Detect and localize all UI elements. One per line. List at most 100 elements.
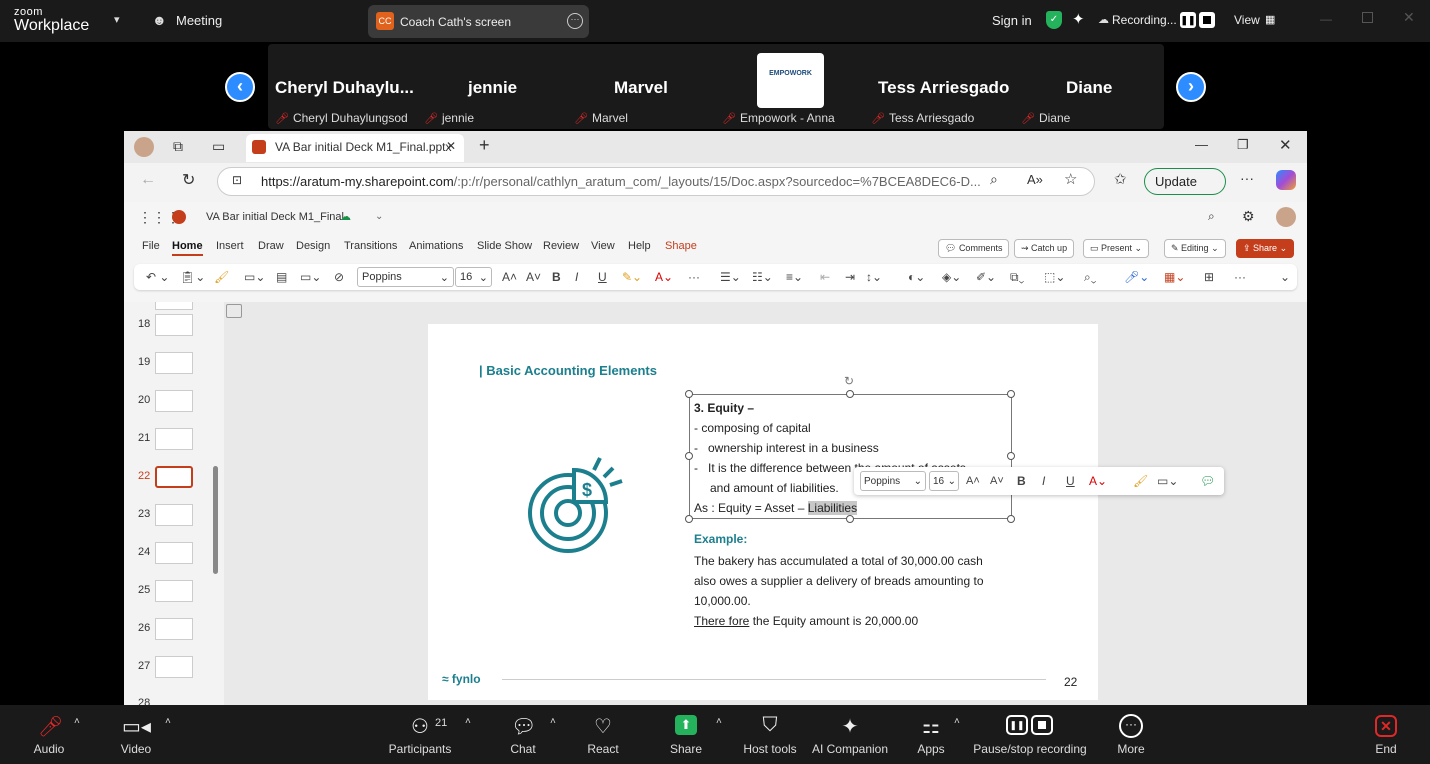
shape-style-icon[interactable]: ▭⌄ <box>1157 474 1178 488</box>
font-color-icon[interactable]: A⌄ <box>1089 474 1107 488</box>
slide-thumbnail[interactable] <box>155 618 193 640</box>
new-comment-icon[interactable]: 💬︎ <box>1200 474 1215 488</box>
resize-handle[interactable] <box>846 515 854 523</box>
chevron-up-icon[interactable]: ˄ <box>74 716 80 727</box>
menu-animations[interactable]: Animations <box>409 240 463 252</box>
panel-toggle-icon[interactable] <box>226 304 242 318</box>
dictate-icon[interactable]: 🎤︎⌄ <box>1124 270 1149 284</box>
decrease-indent-icon[interactable]: ⇤ <box>820 270 830 284</box>
chevron-down-icon[interactable]: ⌄ <box>375 211 383 222</box>
slide-thumbnail[interactable] <box>155 542 193 564</box>
example-line[interactable]: 10,000.00. <box>694 594 751 608</box>
menu-transitions[interactable]: Transitions <box>344 240 397 252</box>
hide-slide-icon[interactable]: ⊘ <box>334 270 344 284</box>
maximize-icon[interactable] <box>1362 12 1373 23</box>
font-color-icon[interactable]: A⌄ <box>655 270 673 284</box>
slide-thumbnail[interactable] <box>155 580 193 602</box>
slide-thumbnail[interactable] <box>155 314 193 336</box>
resize-handle[interactable] <box>1007 390 1015 398</box>
video-icon[interactable]: ▭◂ <box>122 714 151 739</box>
close-icon[interactable]: ✕ <box>1403 9 1415 26</box>
participant-label[interactable]: 🎤︎ Tess Arriesgado <box>871 111 974 125</box>
resize-handle[interactable] <box>685 390 693 398</box>
ai-companion-label[interactable]: AI Companion <box>810 742 890 756</box>
layout-icon[interactable]: ▭⌄ <box>300 270 321 284</box>
shape-fill-icon[interactable]: ◈⌄ <box>942 270 961 284</box>
slide-heading[interactable]: | Basic Accounting Elements <box>479 363 657 378</box>
participant-label[interactable]: 🎤︎ Diane <box>1021 111 1070 125</box>
selected-text[interactable]: Liabilities <box>807 501 858 515</box>
read-aloud-icon[interactable]: A» <box>1027 172 1043 187</box>
resize-handle[interactable] <box>1007 452 1015 460</box>
host-tools-label[interactable]: Host tools <box>738 742 802 756</box>
more-icon[interactable]: ··· <box>1119 714 1143 738</box>
chevron-down-icon[interactable]: ▾ <box>114 13 120 26</box>
search-icon[interactable]: ⌕ <box>990 171 998 188</box>
new-tab-icon[interactable]: + <box>479 135 490 156</box>
more-options-icon[interactable]: ··· <box>567 13 583 29</box>
chevron-up-icon[interactable]: ˄ <box>165 716 171 727</box>
end-label[interactable]: End <box>1366 742 1406 756</box>
shield-check-icon[interactable]: ✓ <box>1046 11 1062 29</box>
shape-outline-icon[interactable]: ✐⌄ <box>976 270 996 284</box>
apps-icon[interactable]: ⚏ <box>919 714 943 739</box>
close-window-icon[interactable]: ✕ <box>1279 136 1292 154</box>
workspaces-icon[interactable]: ⧉ <box>173 138 183 155</box>
favorite-star-icon[interactable]: ☆ <box>1064 170 1077 188</box>
shapes-icon[interactable]: ◐⌄ <box>908 270 925 284</box>
participant-label[interactable]: 🎤︎ jennie <box>424 111 474 125</box>
resize-handle[interactable] <box>1007 515 1015 523</box>
slide-thumbnail[interactable] <box>155 352 193 374</box>
view-menu[interactable]: View <box>1234 13 1260 27</box>
next-page-icon[interactable]: › <box>1176 72 1206 102</box>
grow-font-icon[interactable]: A˄ <box>502 270 517 284</box>
user-avatar[interactable] <box>1276 207 1296 227</box>
chevron-up-icon[interactable]: ˄ <box>716 716 722 727</box>
catchup-button[interactable]: ⇝ Catch up <box>1014 239 1075 258</box>
quick-styles-icon[interactable]: ⬚⌄ <box>1044 270 1065 284</box>
pause-stop-label[interactable]: Pause/stop recording <box>972 742 1088 756</box>
slide-thumbnail-selected[interactable] <box>155 466 193 488</box>
minimize-icon[interactable]: — <box>1195 137 1208 152</box>
example-line[interactable]: also owes a supplier a delivery of bread… <box>694 574 984 588</box>
editing-button[interactable]: ✎ Editing ⌄ <box>1164 239 1226 258</box>
designer-icon[interactable]: ▦⌄ <box>1164 270 1185 284</box>
thumbnail-scrollbar[interactable] <box>213 466 218 574</box>
menu-file[interactable]: File <box>142 240 160 252</box>
back-icon[interactable]: ← <box>140 171 156 189</box>
stop-recording-icon[interactable] <box>1199 12 1215 28</box>
bullets-icon[interactable]: ☰⌄ <box>720 270 741 284</box>
underline-icon[interactable]: U <box>598 270 607 284</box>
prev-page-icon[interactable]: ‹ <box>225 72 255 102</box>
underline-icon[interactable]: U <box>1066 474 1075 488</box>
site-info-icon[interactable]: ⊡ <box>232 173 242 187</box>
stop-icon[interactable] <box>1031 715 1053 735</box>
host-shield-icon[interactable]: ⛉ <box>758 714 782 737</box>
menu-help[interactable]: Help <box>628 240 651 252</box>
new-slide-icon[interactable]: ▭⌄ <box>244 270 265 284</box>
rotate-handle-icon[interactable]: ↻ <box>844 374 854 388</box>
example-line[interactable]: The bakery has accumulated a total of 30… <box>694 554 983 568</box>
ai-sparkle-icon[interactable]: ✦ <box>838 714 862 739</box>
close-tab-icon[interactable]: ✕ <box>446 139 456 153</box>
slide-thumbnail[interactable] <box>155 390 193 412</box>
heart-icon[interactable]: ♡ <box>591 714 615 739</box>
share-button[interactable]: ⇪ Share ⌄ <box>1236 239 1295 258</box>
restore-icon[interactable]: ❐ <box>1237 137 1249 153</box>
comments-button[interactable]: 💬︎ Comments <box>938 239 1010 258</box>
resize-handle[interactable] <box>685 452 693 460</box>
shrink-font-icon[interactable]: A˅ <box>990 475 1004 487</box>
mini-size-select[interactable]: 16 ⌄ <box>929 471 959 491</box>
resize-handle[interactable] <box>685 515 693 523</box>
apps-label[interactable]: Apps <box>911 742 951 756</box>
font-family-select[interactable]: Poppins ⌄ <box>357 267 454 287</box>
format-painter-icon[interactable]: 🖌︎ <box>1133 474 1148 488</box>
react-label[interactable]: React <box>582 742 624 756</box>
menu-draw[interactable]: Draw <box>258 240 284 252</box>
refresh-icon[interactable]: ↻ <box>182 170 195 190</box>
video-label[interactable]: Video <box>116 742 156 756</box>
line-spacing-icon[interactable]: ↕⌄ <box>866 270 882 284</box>
example-line[interactable]: There fore the Equity amount is 20,000.0… <box>694 614 918 628</box>
share-label[interactable]: Share <box>666 742 706 756</box>
bold-icon[interactable]: B <box>1017 474 1026 488</box>
